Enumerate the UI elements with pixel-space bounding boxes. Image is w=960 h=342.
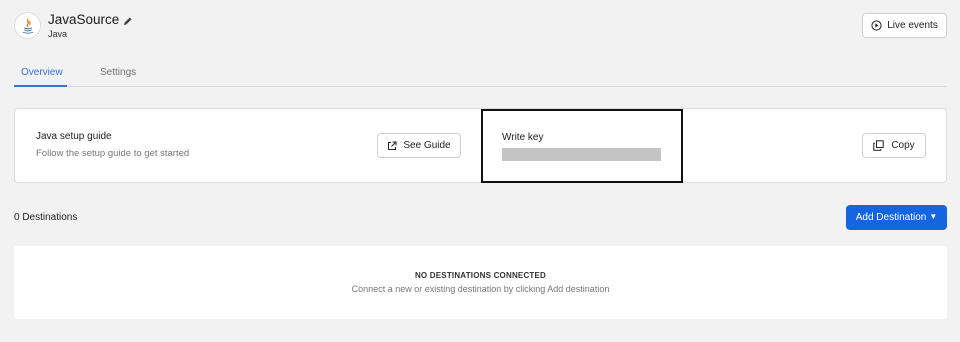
source-name: JavaSource bbox=[48, 12, 120, 27]
setup-guide-title: Java setup guide bbox=[36, 131, 112, 142]
live-events-button[interactable]: Live events bbox=[862, 13, 947, 38]
copy-icon bbox=[873, 140, 885, 151]
write-key-label: Write key bbox=[502, 132, 544, 143]
destinations-count: 0 Destinations bbox=[14, 212, 78, 223]
add-destination-label: Add Destination bbox=[855, 212, 927, 223]
see-guide-label: See Guide bbox=[403, 140, 451, 151]
tab-bar: Overview Settings bbox=[14, 62, 947, 87]
java-logo-icon bbox=[14, 12, 41, 39]
empty-state-title: NO DESTINATIONS CONNECTED bbox=[414, 271, 547, 280]
copy-button[interactable]: Copy bbox=[862, 133, 926, 158]
destinations-empty-state: NO DESTINATIONS CONNECTED Connect a new … bbox=[14, 246, 947, 319]
write-key-value-redacted bbox=[502, 148, 661, 161]
active-tab-indicator bbox=[14, 85, 67, 87]
tab-overview[interactable]: Overview bbox=[21, 67, 63, 78]
tab-settings[interactable]: Settings bbox=[100, 67, 136, 78]
live-events-label: Live events bbox=[887, 20, 938, 31]
caret-down-icon: ▼ bbox=[929, 211, 938, 221]
setup-guide-card: Java setup guide Follow the setup guide … bbox=[14, 108, 947, 183]
empty-state-subtitle: Connect a new or existing destination by… bbox=[351, 284, 610, 294]
copy-label: Copy bbox=[891, 140, 915, 151]
source-type: Java bbox=[48, 29, 68, 39]
source-details-page: JavaSource Java Live events Overview Set… bbox=[0, 0, 960, 342]
play-circle-icon bbox=[871, 20, 882, 31]
setup-guide-subtitle: Follow the setup guide to get started bbox=[36, 148, 190, 159]
external-link-icon bbox=[388, 141, 397, 150]
pencil-icon[interactable] bbox=[123, 13, 133, 25]
add-destination-button[interactable]: Add Destination ▼ bbox=[846, 205, 947, 230]
see-guide-button[interactable]: See Guide bbox=[377, 133, 461, 158]
write-key-section: Write key bbox=[481, 109, 683, 183]
